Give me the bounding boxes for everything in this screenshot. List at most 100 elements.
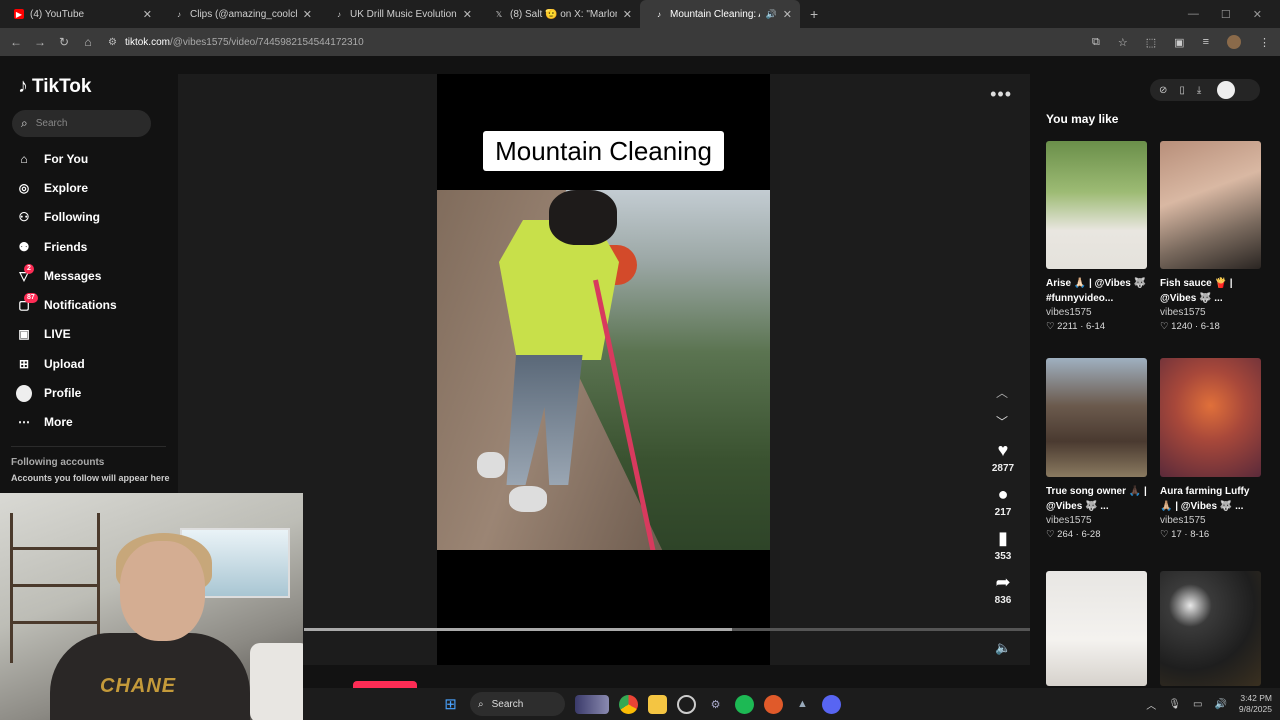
chevron-up-icon[interactable]: ︿	[996, 384, 1008, 401]
video-player[interactable]: Mountain Cleaning ••• ︿ ﹀ ♥ 2877 ● 217 ▮…	[178, 74, 1030, 665]
browser-tab[interactable]: ♪ Clips (@amazing_coolchillguy) ✕	[160, 0, 320, 28]
recommendation-card[interactable]: Arise 🙏🏻 | @Vibes 🐺 #funnyvideo... vibes…	[1046, 141, 1147, 332]
new-tab-button[interactable]: +	[810, 6, 818, 22]
card-username[interactable]: vibes1575	[1160, 515, 1261, 526]
browser-tab[interactable]: ♪ UK Drill Music Evolution in 204 ✕	[320, 0, 480, 28]
webcam-overlay: CHANE	[0, 493, 303, 720]
tiktok-logo[interactable]: ♪ TikTok	[18, 75, 91, 98]
speaker-icon[interactable]: 🔊	[766, 9, 777, 20]
search-icon: ⌕	[478, 698, 484, 710]
extensions-icon[interactable]: ⬚	[1146, 36, 1156, 49]
spotify-icon[interactable]	[735, 694, 754, 714]
site-info-icon[interactable]: ⚙	[108, 37, 117, 48]
thumbnail-image[interactable]	[1160, 141, 1261, 269]
card-username[interactable]: vibes1575	[1046, 515, 1147, 526]
save-button[interactable]: ▮ 353	[995, 528, 1012, 572]
sidebar-item-friends[interactable]: ⚉ Friends	[16, 232, 117, 261]
thumbnail-image[interactable]	[1046, 571, 1147, 686]
thumbnail-image[interactable]	[1160, 571, 1261, 686]
network-icon[interactable]: ▭	[1193, 699, 1202, 710]
url-field[interactable]: ⚙ tiktok.com/@vibes1575/video/7445982154…	[108, 37, 1092, 48]
browser-tab[interactable]: ▶ (4) YouTube ✕	[0, 0, 160, 28]
bookmark-star-icon[interactable]: ☆	[1118, 36, 1128, 49]
settings-icon[interactable]: ⚙	[706, 695, 725, 714]
card-title[interactable]: Arise 🙏🏻 | @Vibes 🐺 #funnyvideo...	[1046, 276, 1147, 306]
user-avatar[interactable]	[1217, 81, 1236, 99]
video-progress-bar[interactable]	[304, 628, 1030, 631]
split-view-icon[interactable]: ▣	[1174, 36, 1184, 49]
download-icon[interactable]: ⤓	[1197, 85, 1201, 96]
like-button[interactable]: ♥ 2877	[992, 440, 1014, 484]
close-tab-icon[interactable]: ✕	[143, 8, 152, 21]
widgets-icon[interactable]	[575, 694, 609, 714]
recommendation-card[interactable]: Fish sauce 🍟 | @Vibes 🐺 ... vibes1575 ♡ …	[1160, 141, 1261, 332]
browser-profile-avatar[interactable]	[1227, 35, 1241, 49]
forward-icon[interactable]: →	[28, 35, 52, 49]
brave-icon[interactable]	[764, 694, 783, 714]
card-title[interactable]: Fish sauce 🍟 | @Vibes 🐺 ...	[1160, 276, 1261, 306]
maximize-icon[interactable]: ☐	[1221, 8, 1231, 21]
sidebar-item-label: More	[44, 415, 73, 430]
video-frame[interactable]: Mountain Cleaning	[437, 74, 770, 665]
close-tab-icon[interactable]: ✕	[623, 8, 632, 21]
comment-button[interactable]: ● 217	[995, 484, 1012, 528]
search-icon: ⌕	[21, 116, 28, 130]
sidebar-item-profile[interactable]: Profile	[16, 378, 117, 407]
clock-date: 9/8/2025	[1238, 704, 1272, 714]
taskbar-search[interactable]: ⌕ Search	[470, 692, 565, 716]
thumbnail-image[interactable]	[1046, 358, 1147, 477]
card-username[interactable]: vibes1575	[1046, 307, 1147, 318]
recommendation-card[interactable]	[1160, 571, 1261, 686]
taskbar-apps: ⊞ ⌕ Search ⚙ ▲	[441, 688, 841, 720]
chevron-down-icon[interactable]: ﹀	[996, 413, 1008, 430]
file-explorer-icon[interactable]	[648, 694, 667, 714]
steam-icon[interactable]: ▲	[793, 695, 812, 714]
compass-icon[interactable]: ⊘	[1159, 85, 1167, 96]
recommendation-card[interactable]: Aura farming Luffy 🙏🏼 | @Vibes 🐺 ... vib…	[1160, 358, 1261, 540]
card-title[interactable]: Aura farming Luffy 🙏🏼 | @Vibes 🐺 ...	[1160, 484, 1261, 514]
browser-tab[interactable]: 𝕏 (8) Salt 🫡 on X: "Marlon just h ✕	[480, 0, 640, 28]
system-clock[interactable]: 3:42 PM 9/8/2025	[1239, 693, 1272, 715]
card-username[interactable]: vibes1575	[1160, 307, 1261, 318]
close-tab-icon[interactable]: ✕	[303, 8, 312, 21]
close-window-icon[interactable]: ✕	[1253, 8, 1262, 21]
share-button[interactable]: ➦ 836	[995, 572, 1012, 616]
discord-icon[interactable]	[822, 694, 841, 714]
sidebar-item-for-you[interactable]: ⌂ For You	[16, 144, 117, 173]
home-icon[interactable]: ⌂	[76, 35, 100, 49]
sidebar-item-upload[interactable]: ⊞ Upload	[16, 349, 117, 378]
volume-icon[interactable]: 🔊	[1214, 699, 1226, 710]
reload-icon[interactable]: ↻	[52, 35, 76, 49]
thumbnail-image[interactable]	[1046, 141, 1147, 269]
sidebar-item-notifications[interactable]: ▢ 87 Notifications	[16, 290, 117, 319]
recommendation-card[interactable]	[1046, 571, 1147, 686]
minimize-icon[interactable]: —	[1188, 8, 1199, 20]
browser-menu-icon[interactable]: ⋮	[1259, 36, 1270, 49]
heart-icon: ♥	[997, 440, 1009, 460]
card-likes: 1240	[1171, 321, 1193, 332]
sidebar-item-messages[interactable]: ▽ 2 Messages	[16, 261, 117, 290]
sidebar-item-more[interactable]: ⋯ More	[16, 408, 117, 437]
browser-tab-active[interactable]: ♪ Mountain Cleaning: A Fun a 🔊 ✕	[640, 0, 800, 28]
microphone-icon[interactable]: 🎙	[1168, 699, 1181, 710]
sidebar-item-live[interactable]: ▣ LIVE	[16, 320, 117, 349]
close-tab-icon[interactable]: ✕	[463, 8, 472, 21]
device-icon[interactable]: ▯	[1179, 85, 1185, 96]
chevron-up-icon[interactable]: ︿	[1146, 697, 1156, 712]
media-control-icon[interactable]: ≡	[1203, 36, 1209, 48]
chrome-icon[interactable]	[619, 694, 638, 714]
sidebar-item-explore[interactable]: ◎ Explore	[16, 173, 117, 202]
close-tab-icon[interactable]: ✕	[783, 8, 792, 21]
recommendation-card[interactable]: True song owner 🙏🏿 | @Vibes 🐺 ... vibes1…	[1046, 358, 1147, 540]
obs-icon[interactable]	[677, 694, 696, 714]
card-title[interactable]: True song owner 🙏🏿 | @Vibes 🐺 ...	[1046, 484, 1147, 514]
more-options-icon[interactable]: •••	[990, 84, 1012, 105]
windows-start-icon[interactable]: ⊞	[441, 695, 460, 714]
install-app-icon[interactable]: ⧉	[1092, 36, 1100, 49]
sidebar-search[interactable]: ⌕ Search	[12, 110, 151, 137]
back-icon[interactable]: ←	[4, 35, 28, 49]
sidebar-item-following[interactable]: ⚇ Following	[16, 203, 117, 232]
thumbnail-image[interactable]	[1160, 358, 1261, 477]
volume-icon[interactable]: 🔈	[995, 640, 1011, 656]
tab-title: (4) YouTube	[30, 8, 85, 20]
